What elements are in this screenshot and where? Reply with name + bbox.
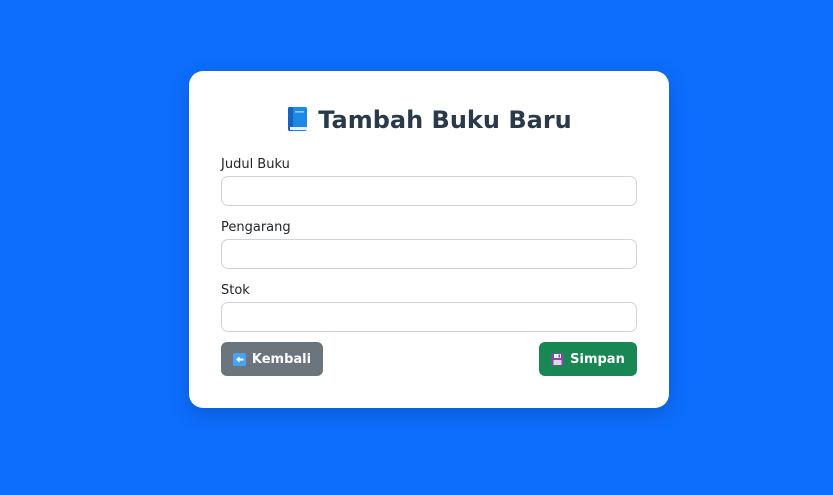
arrow-left-icon	[232, 352, 246, 366]
stock-field: Stok	[221, 283, 637, 332]
author-label: Pengarang	[221, 220, 291, 235]
floppy-disk-icon	[551, 353, 564, 365]
page-title: Tambah Buku Baru	[189, 105, 669, 135]
title-field: Judul Buku	[221, 157, 637, 206]
title-label: Judul Buku	[221, 157, 290, 172]
page-title-text: Tambah Buku Baru	[318, 106, 572, 134]
stock-input[interactable]	[221, 302, 637, 332]
title-input[interactable]	[221, 176, 637, 206]
back-button-label: Kembali	[251, 351, 312, 367]
book-icon	[288, 107, 308, 131]
save-button[interactable]: Simpan	[539, 342, 637, 376]
back-button[interactable]: Kembali	[221, 342, 323, 376]
add-book-card: Tambah Buku Baru Judul Buku Pengarang St…	[189, 71, 669, 408]
save-button-label: Simpan	[570, 351, 625, 367]
author-field: Pengarang	[221, 220, 637, 269]
stock-label: Stok	[221, 283, 250, 298]
author-input[interactable]	[221, 239, 637, 269]
